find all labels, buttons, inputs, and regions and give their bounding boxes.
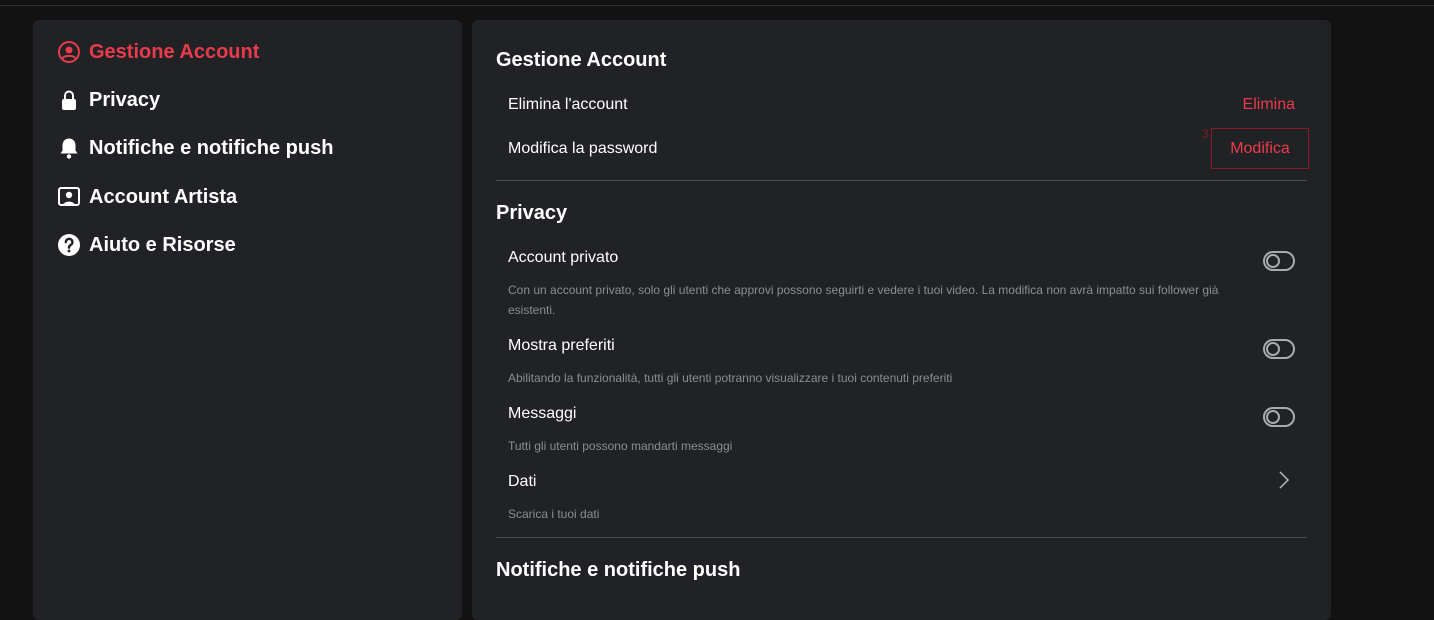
settings-main-panel: Gestione Account Elimina l'account Elimi… [472, 20, 1331, 620]
sidebar-item-privacy[interactable]: Privacy [57, 86, 160, 114]
private-account-toggle[interactable] [1263, 251, 1295, 271]
divider [496, 537, 1307, 538]
lock-icon [57, 88, 81, 112]
data-label: Dati [508, 473, 537, 490]
user-circle-icon [57, 40, 81, 64]
private-account-label: Account privato [508, 249, 619, 266]
show-favorites-toggle[interactable] [1263, 339, 1295, 359]
sidebar-item-notifiche[interactable]: Notifiche e notifiche push [57, 134, 333, 162]
sidebar-item-label: Account Artista [89, 185, 238, 208]
sidebar-item-gestione-account[interactable]: Gestione Account [57, 38, 259, 66]
section-title-notifications: Notifiche e notifiche push [496, 559, 741, 581]
settings-sidebar: Gestione Account Privacy Notifiche e not… [33, 20, 462, 620]
section-title-privacy: Privacy [496, 202, 568, 224]
sidebar-item-label: Privacy [89, 88, 161, 111]
sidebar-item-aiuto[interactable]: Aiuto e Risorse [57, 231, 236, 259]
toggle-knob [1266, 410, 1280, 424]
messages-description: Tutti gli utenti possono mandarti messag… [508, 439, 733, 453]
divider [496, 180, 1307, 181]
artist-account-icon [57, 185, 81, 209]
toggle-knob [1266, 342, 1280, 356]
delete-account-label: Elimina l'account [508, 96, 628, 113]
change-password-label: Modifica la password [508, 140, 658, 157]
data-description: Scarica i tuoi dati [508, 507, 600, 521]
sidebar-item-label: Aiuto e Risorse [89, 233, 236, 256]
messages-toggle[interactable] [1263, 407, 1295, 427]
chevron-right-icon[interactable] [1277, 469, 1291, 491]
private-account-description: Con un account privato, solo gli utenti … [508, 283, 1219, 317]
bell-icon [57, 136, 81, 160]
sidebar-item-account-artista[interactable]: Account Artista [57, 183, 237, 211]
toggle-knob [1266, 254, 1280, 268]
sidebar-item-label: Gestione Account [89, 40, 260, 63]
delete-account-button[interactable]: Elimina [1243, 96, 1295, 114]
messages-label: Messaggi [508, 405, 577, 422]
annotation-badge: 3 [1202, 127, 1209, 141]
section-title-account: Gestione Account [496, 49, 667, 71]
sidebar-item-label: Notifiche e notifiche push [89, 136, 334, 159]
show-favorites-description: Abilitando la funzionalità, tutti gli ut… [508, 371, 953, 385]
change-password-button[interactable]: Modifica [1211, 128, 1309, 169]
show-favorites-label: Mostra preferiti [508, 337, 615, 354]
top-bar [0, 0, 1434, 6]
help-circle-icon [57, 233, 81, 257]
